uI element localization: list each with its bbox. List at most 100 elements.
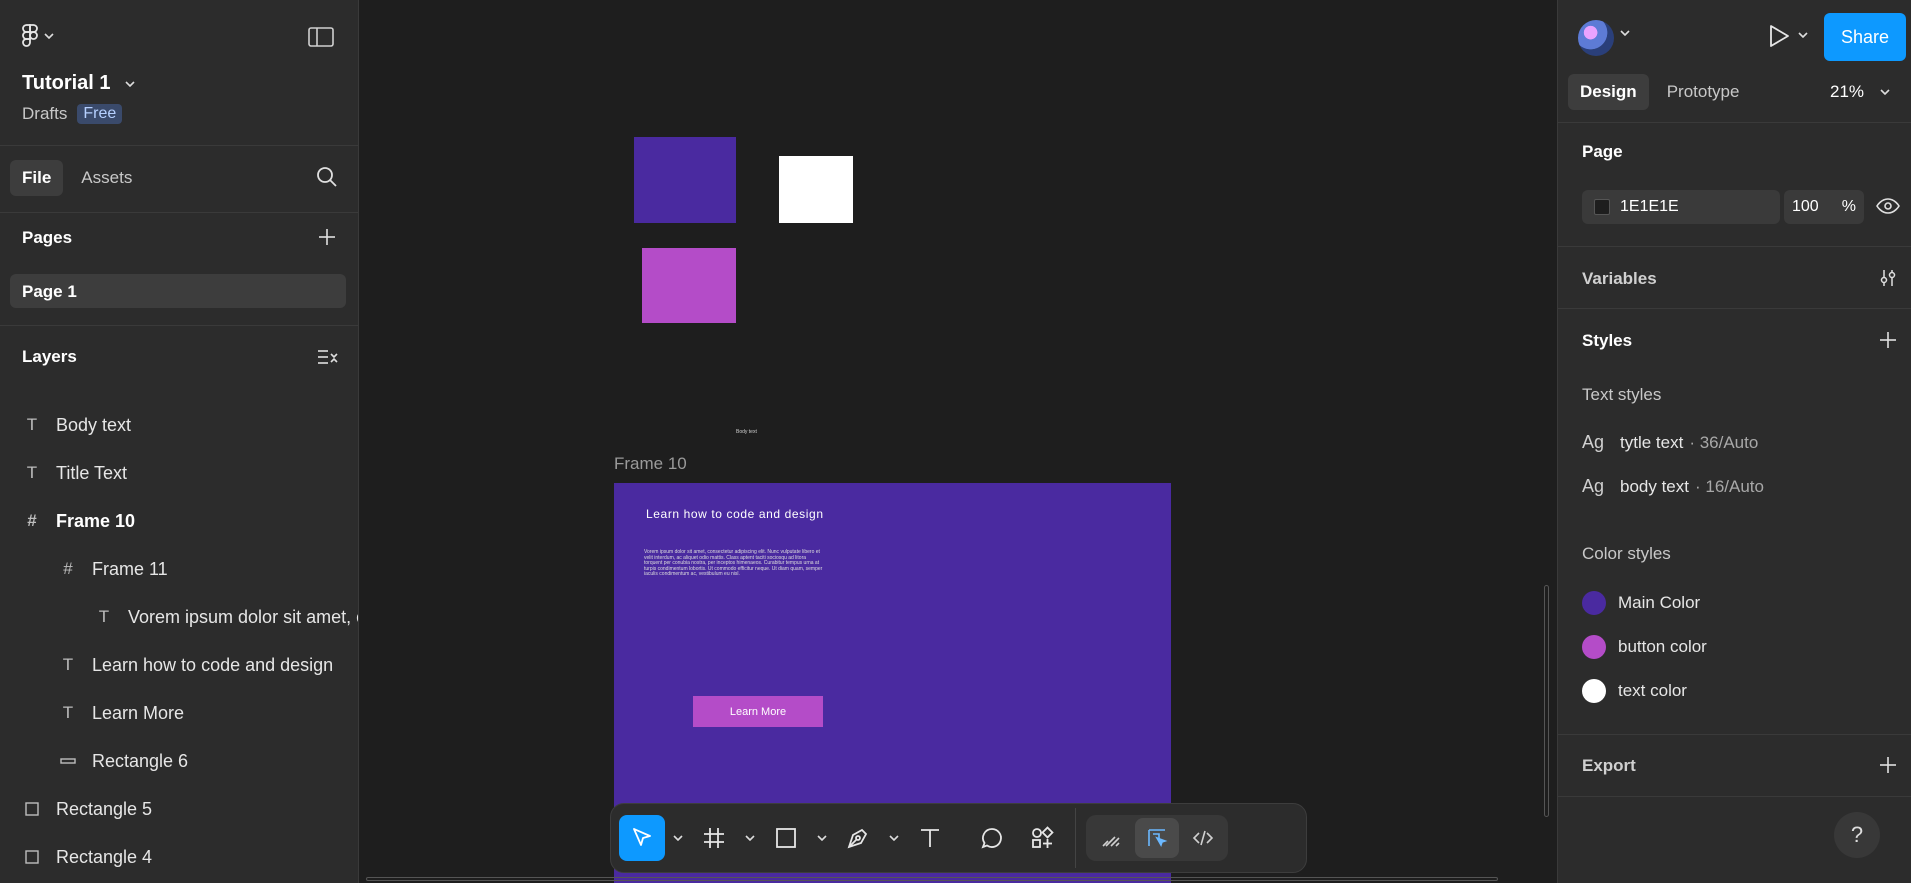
frame-body-text[interactable]: Vorem ipsum dolor sit amet, consectetur …	[644, 549, 824, 578]
tab-assets[interactable]: Assets	[69, 160, 144, 196]
text-styles-heading: Text styles	[1582, 385, 1662, 404]
color-style-item[interactable]: button color	[1582, 635, 1707, 659]
text-style-name: body text	[1620, 476, 1689, 496]
layer-item-rectangle-5[interactable]: Rectangle 5	[22, 794, 152, 824]
page-heading: Page	[1582, 142, 1623, 161]
layer-label: Vorem ipsum dolor sit amet, c	[128, 606, 358, 627]
divider	[0, 325, 358, 326]
learn-more-button[interactable]: Learn More	[693, 696, 823, 727]
zoom-control[interactable]: 21%	[1830, 82, 1890, 102]
comment-icon	[981, 828, 1002, 849]
color-style-item[interactable]: text color	[1582, 679, 1687, 703]
horizontal-scrollbar[interactable]	[366, 877, 1498, 881]
file-title[interactable]: Tutorial 1	[22, 72, 135, 95]
rectangle-6-shape[interactable]	[642, 248, 736, 323]
layer-item-learn-how[interactable]: T Learn how to code and design	[58, 650, 333, 680]
frame-tool[interactable]	[691, 815, 737, 861]
avatar[interactable]	[1578, 20, 1614, 56]
frame-icon: #	[27, 511, 37, 530]
dev-mode-button[interactable]	[1181, 818, 1225, 858]
layer-item-frame-10[interactable]: # Frame 10	[22, 506, 135, 536]
pen-tool-menu[interactable]	[885, 815, 903, 861]
shape-tool-menu[interactable]	[813, 815, 831, 861]
properties-tabs: Design Prototype	[1568, 74, 1751, 110]
design-canvas[interactable]: Body text Frame 10 Learn how to code and…	[360, 0, 1557, 883]
rectangle-5-shape[interactable]	[779, 156, 853, 223]
eye-icon[interactable]	[1876, 198, 1900, 214]
chevron-down-icon[interactable]	[1798, 32, 1808, 38]
text-icon: T	[26, 463, 38, 482]
page-item-page-1[interactable]: Page 1	[10, 274, 346, 308]
main-menu-button[interactable]	[22, 24, 54, 48]
tab-prototype[interactable]: Prototype	[1655, 74, 1752, 110]
vertical-scrollbar[interactable]	[1544, 585, 1549, 817]
frame-10-label[interactable]: Frame 10	[614, 454, 687, 474]
layer-label: Title Text	[56, 462, 128, 483]
chevron-down-icon[interactable]	[1620, 30, 1630, 36]
variables-heading[interactable]: Variables	[1582, 269, 1657, 289]
add-style-icon[interactable]	[1878, 330, 1898, 350]
rectangle-4-shape[interactable]	[634, 137, 736, 223]
left-sidebar: Tutorial 1 Drafts Free File Assets Pages…	[0, 0, 359, 883]
pages-heading: Pages	[22, 228, 73, 247]
layer-label: Body text	[56, 414, 132, 435]
color-swatch	[1582, 679, 1606, 703]
help-button[interactable]: ?	[1834, 812, 1880, 858]
pen-tool[interactable]	[835, 815, 881, 861]
comment-tool[interactable]	[969, 815, 1015, 861]
chevron-down-icon	[44, 33, 54, 39]
sidebar-toggle-icon[interactable]	[308, 26, 334, 48]
add-page-icon[interactable]	[316, 226, 338, 248]
layer-label: Learn how to code and design	[92, 654, 334, 675]
page-color-field[interactable]: 1E1E1E	[1582, 190, 1780, 224]
page-color-swatch[interactable]	[1594, 199, 1610, 215]
drafts-link[interactable]: Drafts	[22, 104, 67, 124]
tab-file[interactable]: File	[10, 160, 64, 196]
toolbar-divider	[1075, 808, 1076, 868]
export-heading: Export	[1582, 756, 1636, 775]
body-text-node[interactable]: Body text	[736, 429, 757, 435]
layer-item-body-text[interactable]: T Body text	[22, 410, 131, 440]
layer-item-vorem-ipsum[interactable]: T Vorem ipsum dolor sit amet, c	[94, 602, 358, 632]
divider	[0, 145, 358, 146]
move-tool-menu[interactable]	[669, 815, 687, 861]
layer-item-rectangle-6[interactable]: Rectangle 6	[58, 746, 188, 776]
chevron-down-icon	[745, 835, 755, 841]
layer-item-frame-11[interactable]: # Frame 11	[58, 554, 167, 584]
tab-design[interactable]: Design	[1568, 74, 1649, 110]
variables-icon[interactable]	[1878, 268, 1898, 288]
color-style-item[interactable]: Main Color	[1582, 591, 1700, 615]
layer-item-rectangle-4[interactable]: Rectangle 4	[22, 842, 152, 872]
actions-tool[interactable]	[1019, 815, 1065, 861]
frame-tool-menu[interactable]	[741, 815, 759, 861]
draw-mode-button[interactable]	[1089, 818, 1133, 858]
text-style-meta: · 16/Auto	[1695, 476, 1764, 496]
add-export-icon[interactable]	[1878, 755, 1898, 775]
text-style-item[interactable]: Ag tytle text · 36/Auto	[1582, 432, 1758, 453]
rectangle-icon	[58, 757, 78, 765]
file-title-text: Tutorial 1	[22, 72, 111, 94]
text-tool[interactable]	[907, 815, 953, 861]
divider	[1558, 796, 1911, 797]
divider	[1558, 122, 1911, 123]
layer-item-learn-more[interactable]: T Learn More	[58, 698, 184, 728]
chevron-down-icon	[673, 835, 683, 841]
text-icon: T	[62, 703, 74, 722]
mode-switcher	[1086, 815, 1228, 861]
page-opacity-field[interactable]: 100 %	[1784, 190, 1864, 224]
collapse-layers-icon[interactable]	[316, 346, 338, 368]
present-icon[interactable]	[1768, 24, 1790, 48]
layer-item-title-text[interactable]: T Title Text	[22, 458, 127, 488]
color-swatch	[1582, 591, 1606, 615]
frame-title-text[interactable]: Learn how to code and design	[646, 507, 824, 521]
properties-panel: Share Design Prototype 21% Page 1E1E1E 1…	[1557, 0, 1911, 883]
move-tool[interactable]	[619, 815, 665, 861]
rectangle-tool[interactable]	[763, 815, 809, 861]
layer-label: Rectangle 4	[56, 846, 153, 867]
text-style-item[interactable]: Ag body text · 16/Auto	[1582, 476, 1764, 497]
search-icon[interactable]	[316, 166, 338, 188]
share-button[interactable]: Share	[1824, 13, 1906, 61]
design-mode-icon	[1148, 829, 1168, 847]
page-color-value: 1E1E1E	[1620, 198, 1679, 215]
design-mode-button[interactable]	[1135, 818, 1179, 858]
